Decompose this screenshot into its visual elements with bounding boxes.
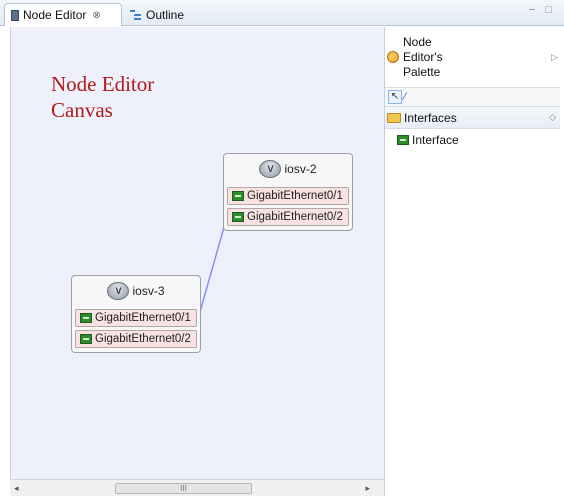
canvas-title: Node Editor Canvas [51, 72, 155, 122]
drawer-toggle-icon[interactable]: ◇ [549, 112, 556, 123]
interface-gi0-1[interactable]: GigabitEthernet0/1 [75, 309, 197, 327]
palette-toolbar: ↖ ∕ [385, 87, 560, 107]
interface-icon [232, 212, 244, 222]
connection-tool-icon[interactable]: ∕ [404, 90, 418, 104]
node-iosv-3[interactable]: iosv-3 GigabitEthernet0/1 GigabitEtherne… [71, 275, 201, 353]
node-editor-canvas[interactable]: Node Editor Canvas iosv-2 GigabitEtherne… [10, 27, 384, 479]
node-name: iosv-2 [284, 162, 317, 176]
router-icon [259, 160, 282, 178]
palette-title: Node Editor's Palette [403, 34, 443, 79]
interface-gi0-1[interactable]: GigabitEthernet0/1 [227, 187, 349, 205]
interface-label: GigabitEthernet0/1 [95, 312, 191, 324]
tab-outline[interactable]: Outline [124, 3, 200, 26]
interface-icon [80, 334, 92, 344]
interface-gi0-2[interactable]: GigabitEthernet0/2 [227, 208, 349, 226]
node-header: iosv-3 [72, 276, 200, 306]
scroll-right-icon[interactable]: ▸ [365, 483, 370, 494]
palette-menu-icon[interactable]: ▷ [551, 52, 558, 63]
close-icon[interactable]: ⊗ [92, 10, 100, 21]
tab-outline-label: Outline [146, 7, 185, 22]
palette-header[interactable]: Node Editor's Palette ▷ [385, 27, 560, 87]
palette-drawer-interfaces[interactable]: Interfaces ◇ [385, 107, 560, 129]
interface-icon [80, 313, 92, 323]
interface-label: GigabitEthernet0/1 [247, 190, 343, 202]
router-icon [107, 282, 130, 300]
interface-icon [397, 135, 409, 145]
link-line-iosv2-iosv3 [197, 219, 227, 320]
select-arrow-icon[interactable]: ↖ [388, 90, 402, 104]
palette-entry-label: Interface [412, 133, 459, 147]
minimize-icon[interactable]: − [529, 4, 535, 16]
window-controls: − □ [529, 4, 552, 16]
scroll-thumb[interactable]: III [115, 483, 252, 494]
maximize-icon[interactable]: □ [545, 4, 552, 16]
interface-icon [232, 191, 244, 201]
interface-label: GigabitEthernet0/2 [95, 333, 191, 345]
interface-label: GigabitEthernet0/2 [247, 211, 343, 223]
outline-icon [130, 9, 142, 20]
palette-icon [387, 51, 399, 63]
tab-node-editor[interactable]: Node Editor ⊗ [4, 3, 122, 26]
drawer-label: Interfaces [404, 110, 457, 125]
node-name: iosv-3 [132, 284, 165, 298]
tab-node-editor-label: Node Editor [23, 8, 87, 22]
editor-tab-bar: Node Editor ⊗ Outline − □ [0, 0, 564, 26]
palette-entry-interface[interactable]: Interface [385, 129, 560, 151]
folder-icon [387, 112, 401, 123]
horizontal-scrollbar[interactable]: ◂ III ▸ [10, 479, 384, 496]
node-editor-icon [11, 9, 19, 21]
node-header: iosv-2 [224, 154, 352, 184]
node-iosv-2[interactable]: iosv-2 GigabitEthernet0/1 GigabitEtherne… [223, 153, 353, 231]
scroll-left-icon[interactable]: ◂ [14, 483, 19, 494]
interface-gi0-2[interactable]: GigabitEthernet0/2 [75, 330, 197, 348]
node-editor-palette: Node Editor's Palette ▷ ↖ ∕ Interfaces ◇… [384, 27, 560, 496]
